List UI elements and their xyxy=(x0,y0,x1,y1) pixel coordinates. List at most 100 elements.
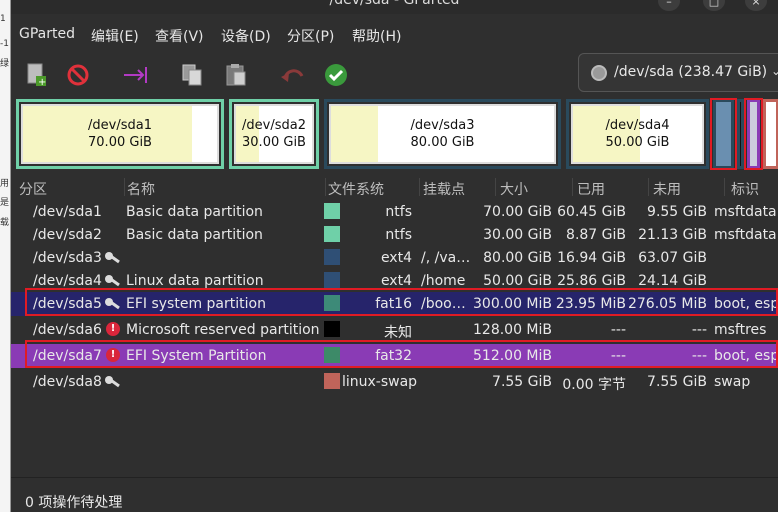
used: 16.94 GiB xyxy=(557,250,626,266)
column-header[interactable]: 未用 xyxy=(653,179,681,199)
column-header[interactable]: 大小 xyxy=(500,179,528,199)
undo-icon[interactable] xyxy=(278,60,308,90)
menu-item[interactable]: 编辑(E) xyxy=(91,26,139,46)
maximize-icon[interactable]: □ xyxy=(703,0,725,11)
size: 7.55 GiB xyxy=(492,374,552,390)
disk-map-label: /dev/sda4 50.00 GiB xyxy=(569,117,706,151)
size: 80.00 GiB xyxy=(483,250,552,266)
flags: msftdata xyxy=(714,227,777,243)
used: 60.45 GiB xyxy=(557,204,626,220)
used: --- xyxy=(610,322,626,338)
partition-path: /dev/sda1 xyxy=(33,204,102,220)
background-text: 载 xyxy=(0,218,10,228)
menu-item[interactable]: 分区(P) xyxy=(287,26,334,46)
unused: 63.07 GiB xyxy=(638,250,707,266)
filesystem-color-swatch xyxy=(324,321,340,337)
menu-item[interactable]: 帮助(H) xyxy=(352,26,401,46)
size: 70.00 GiB xyxy=(483,204,552,220)
partition-row[interactable]: /dev/sda3 ext4/, /va… 80.00 GiB 16.94 GiB 63… xyxy=(11,246,778,269)
disk-map-partition[interactable]: /dev/sda1 70.00 GiB xyxy=(16,99,224,169)
column-divider[interactable] xyxy=(648,178,649,196)
menu-item[interactable]: GParted xyxy=(19,26,75,42)
selection-highlight xyxy=(710,98,737,170)
partition-name: Basic data partition xyxy=(126,204,263,220)
size: 30.00 GiB xyxy=(483,227,552,243)
column-divider[interactable] xyxy=(124,178,125,196)
partition-name: /dev/sda2 xyxy=(242,118,306,133)
column-header[interactable]: 分区 xyxy=(19,179,47,199)
filesystem: linux-swap xyxy=(342,374,418,390)
disk-map-partition[interactable]: /dev/sda3 80.00 GiB xyxy=(324,99,561,169)
column-divider[interactable] xyxy=(419,178,420,196)
apply-icon[interactable] xyxy=(321,60,351,90)
column-header[interactable]: 名称 xyxy=(127,179,155,199)
partition-size: 80.00 GiB xyxy=(410,135,475,150)
selection-highlight xyxy=(744,98,763,170)
disk-map-partition[interactable]: /dev/sda2 30.00 GiB xyxy=(229,99,319,169)
column-divider[interactable] xyxy=(495,178,496,196)
partition-row[interactable]: /dev/sda2 Basic data partition ntfs 30.00 G… xyxy=(11,223,778,246)
new-icon[interactable]: + xyxy=(21,60,51,90)
filesystem-color-swatch xyxy=(324,226,340,242)
column-header[interactable]: 标识 xyxy=(731,179,759,199)
disk-map-small-partition[interactable] xyxy=(763,99,778,169)
filesystem-color-swatch xyxy=(324,203,340,219)
background-text: 1 xyxy=(0,14,6,24)
disk-map-label: /dev/sda2 30.00 GiB xyxy=(232,117,316,151)
menu-bar: GParted 编辑(E) 查看(V) 设备(D) 分区(P) 帮助(H) xyxy=(11,26,778,50)
flags: msftdata xyxy=(714,204,777,220)
minimize-icon[interactable]: – xyxy=(658,0,680,11)
partition-name: /dev/sda3 xyxy=(410,118,475,133)
disk-map-small-partition[interactable] xyxy=(737,99,744,169)
disk-map: /dev/sda1 70.00 GiB/dev/sda2 30.00 GiB/dev… xyxy=(16,98,778,171)
filesystem: 未知 xyxy=(384,325,412,341)
gparted-window: /dev/sda - GParted – □ × GParted 编辑(E) 查看(… xyxy=(11,0,778,512)
partition-row[interactable]: /dev/sda6! Microsoft reserved partition 未知… xyxy=(11,318,778,341)
delete-icon[interactable] xyxy=(63,60,93,90)
close-icon[interactable]: × xyxy=(745,0,767,11)
title-bar: /dev/sda - GParted – □ × xyxy=(11,0,778,14)
device-selector[interactable]: /dev/sda (238.47 GiB) ⌄ xyxy=(578,53,778,92)
unused: --- xyxy=(691,322,707,338)
partition-name: /dev/sda4 xyxy=(605,118,670,133)
disk-map-partition[interactable]: /dev/sda4 50.00 GiB xyxy=(566,99,709,169)
size: 50.00 GiB xyxy=(483,273,552,289)
key-icon xyxy=(105,275,120,287)
background-text: 绿 xyxy=(0,59,10,69)
column-header[interactable]: 已用 xyxy=(577,179,605,199)
column-header[interactable]: 挂载点 xyxy=(423,179,465,199)
disk-map-label: /dev/sda1 70.00 GiB xyxy=(19,117,221,151)
unused: 21.13 GiB xyxy=(638,227,707,243)
status-bar: 0 项操作待处理 xyxy=(11,477,778,512)
resize-move-icon[interactable] xyxy=(121,60,151,90)
menu-item[interactable]: 查看(V) xyxy=(155,26,204,46)
copy-icon[interactable] xyxy=(177,60,207,90)
key-icon xyxy=(105,252,120,264)
column-divider[interactable] xyxy=(724,178,725,196)
device-label: /dev/sda (238.47 GiB) xyxy=(614,64,768,80)
partition-row[interactable]: /dev/sda8 linux-swap 7.55 GiB 0.00 字节 7.55 G… xyxy=(11,370,778,393)
chevron-down-icon: ⌄ xyxy=(770,64,778,78)
partition-row[interactable]: /dev/sda1 Basic data partition ntfs 70.00 G… xyxy=(11,200,778,223)
menu-item[interactable]: 设备(D) xyxy=(221,26,271,46)
partition-name: /dev/sda1 xyxy=(88,118,152,133)
disk-map-label: /dev/sda3 80.00 GiB xyxy=(327,117,558,151)
pending-operations-label: 0 项操作待处理 xyxy=(25,495,123,511)
column-header[interactable]: 文件系统 xyxy=(328,179,384,199)
partition-size: 70.00 GiB xyxy=(88,135,152,150)
column-divider[interactable] xyxy=(572,178,573,196)
size: 128.00 MiB xyxy=(473,322,552,338)
svg-text:+: + xyxy=(38,77,46,88)
column-divider[interactable] xyxy=(325,178,326,196)
filesystem: ext4 xyxy=(380,273,412,289)
flags: msftres xyxy=(714,322,767,338)
unused: 9.55 GiB xyxy=(647,204,707,220)
partition-path: /dev/sda4 xyxy=(33,273,102,289)
selection-highlight xyxy=(25,340,778,368)
flags: swap xyxy=(714,374,751,390)
partition-path: /dev/sda3 xyxy=(33,250,102,266)
partition-size: 30.00 GiB xyxy=(242,135,306,150)
warning-icon: ! xyxy=(106,322,120,336)
paste-icon[interactable] xyxy=(221,60,251,90)
unused: 7.55 GiB xyxy=(647,374,707,390)
